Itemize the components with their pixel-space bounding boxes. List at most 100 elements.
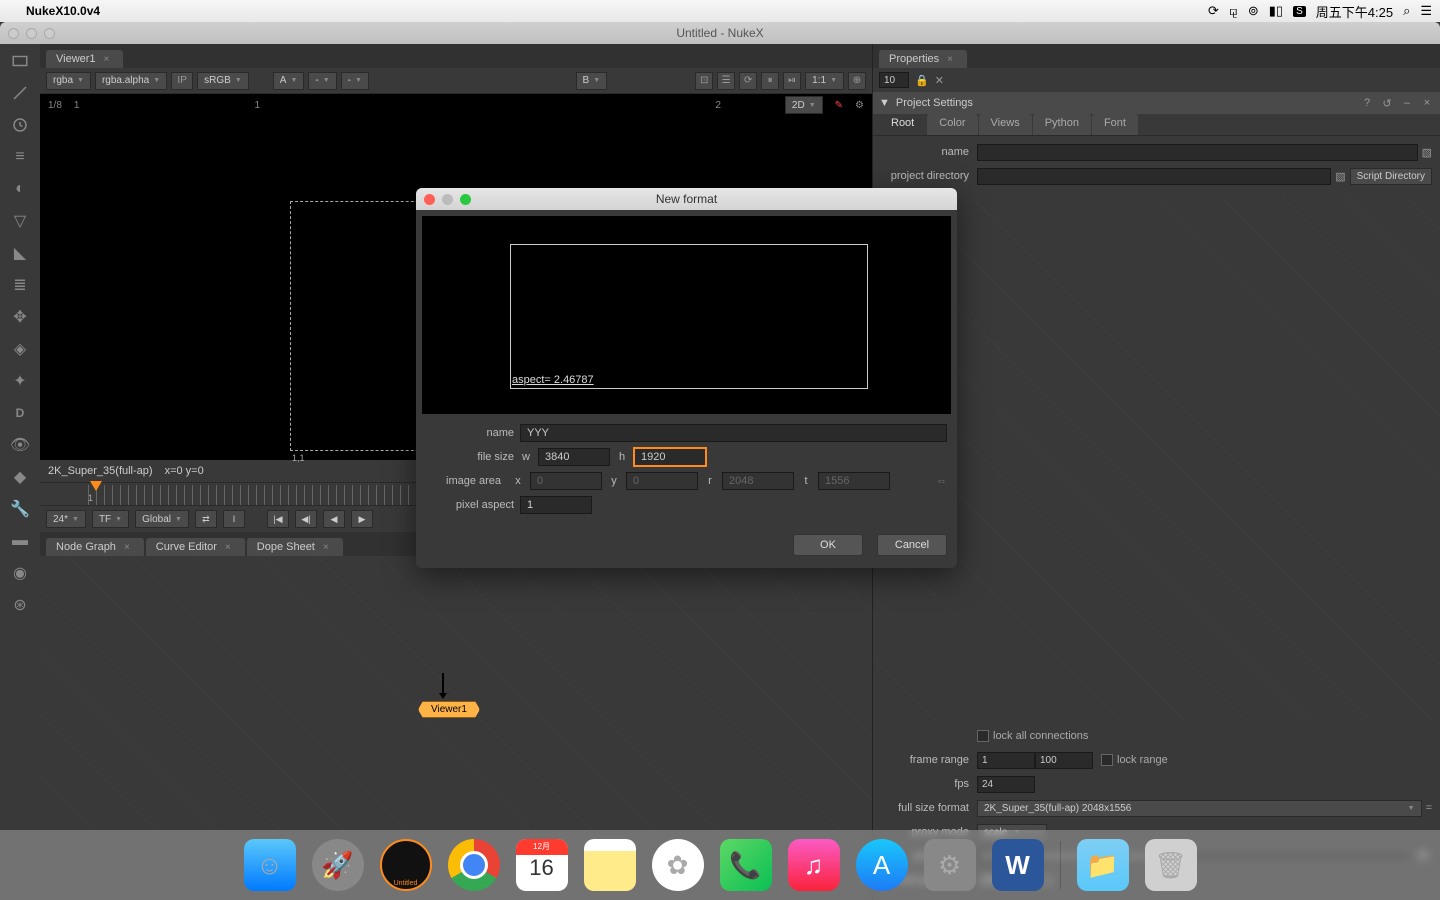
input-b-dropdown[interactable]: B▼ xyxy=(576,72,608,90)
menu-icon[interactable]: ☰ xyxy=(1420,3,1432,19)
ip-button[interactable]: IP xyxy=(171,72,193,90)
finder-icon[interactable]: ☺ xyxy=(244,839,296,891)
sync-icon[interactable]: ⟳ xyxy=(1208,3,1219,19)
close-tab-icon[interactable]: × xyxy=(323,542,329,553)
range-mode-dropdown[interactable]: Global▼ xyxy=(135,510,189,528)
close-tab-icon[interactable]: × xyxy=(124,542,130,553)
tool-other-icon[interactable]: ▬ xyxy=(9,530,31,552)
height-input[interactable] xyxy=(634,448,706,466)
facetime-icon[interactable]: 📞 xyxy=(720,839,772,891)
photos-icon[interactable]: ✿ xyxy=(652,839,704,891)
clip-icon[interactable]: ⊡ xyxy=(695,72,713,90)
settings-icon[interactable]: ⚙ xyxy=(855,100,864,111)
fps-input[interactable] xyxy=(977,776,1035,793)
full-size-dropdown[interactable]: 2K_Super_35(full-ap) 2048x1556▼ xyxy=(977,800,1422,817)
pencil-icon[interactable]: ✎ xyxy=(835,100,843,111)
notes-icon[interactable] xyxy=(584,839,636,891)
subtab-root[interactable]: Root xyxy=(879,114,926,135)
panel-header[interactable]: ▼ Project Settings ? ↺ – × xyxy=(873,92,1440,114)
close-panel-icon[interactable]: × xyxy=(1420,97,1434,109)
view-mode-dropdown[interactable]: 2D▼ xyxy=(785,96,823,114)
props-count-input[interactable] xyxy=(879,72,909,88)
close-tab-icon[interactable]: × xyxy=(104,54,110,65)
lock-range-checkbox[interactable] xyxy=(1101,754,1113,766)
alpha-dropdown[interactable]: rgba.alpha▼ xyxy=(95,72,167,90)
link-icon[interactable]: ⇔ xyxy=(936,475,947,487)
tool-color-icon[interactable]: ◐ xyxy=(9,178,31,200)
tool-all-icon[interactable]: ⊛ xyxy=(9,594,31,616)
dialog-close-icon[interactable] xyxy=(424,194,435,205)
clear-icon[interactable]: ✕ xyxy=(935,74,944,87)
tool-furnace-icon[interactable]: ◉ xyxy=(9,562,31,584)
fps-dropdown[interactable]: 24*▼ xyxy=(46,510,86,528)
input-icon[interactable]: S xyxy=(1293,6,1306,17)
i-button[interactable]: I xyxy=(223,510,245,528)
tool-3d-icon[interactable]: ◈ xyxy=(9,338,31,360)
equals-icon[interactable]: = xyxy=(1426,802,1432,814)
tab-node-graph[interactable]: Node Graph× xyxy=(46,538,144,556)
script-dir-button[interactable]: Script Directory xyxy=(1350,168,1432,185)
tool-image-icon[interactable] xyxy=(9,50,31,72)
dialog-titlebar[interactable]: New format xyxy=(416,188,957,210)
tool-transform-icon[interactable]: ✥ xyxy=(9,306,31,328)
pause-icon[interactable]: ⏯ xyxy=(783,72,801,90)
zoom-dropdown[interactable]: 1:1▼ xyxy=(805,72,844,90)
word-icon[interactable]: W xyxy=(992,839,1044,891)
frame-end-input[interactable] xyxy=(1035,752,1093,769)
appstore-icon[interactable]: A xyxy=(856,839,908,891)
chrome-icon[interactable] xyxy=(448,839,500,891)
colorspace-dropdown[interactable]: sRGB▼ xyxy=(197,72,249,90)
pixel-aspect-input[interactable] xyxy=(520,496,592,514)
tf-dropdown[interactable]: TF▼ xyxy=(92,510,129,528)
wifi-icon[interactable]: ⊚ xyxy=(1248,3,1259,19)
launchpad-icon[interactable]: 🚀 xyxy=(312,839,364,891)
lock-icon[interactable]: 🔒 xyxy=(915,74,929,87)
input-dash-dropdown[interactable]: -▼ xyxy=(308,72,336,90)
bluetooth-icon[interactable]: ⚼ xyxy=(1229,3,1238,19)
tool-deep-icon[interactable]: D xyxy=(9,402,31,424)
preferences-icon[interactable]: ⚙ xyxy=(924,839,976,891)
zoom-icon[interactable] xyxy=(44,28,55,39)
width-input[interactable] xyxy=(538,448,610,466)
channel-dropdown[interactable]: rgba▼ xyxy=(46,72,91,90)
tool-views-icon[interactable]: 👁 xyxy=(9,434,31,456)
tab-dope-sheet[interactable]: Dope Sheet× xyxy=(247,538,343,556)
tab-viewer1[interactable]: Viewer1 × xyxy=(46,50,123,68)
playhead-icon[interactable] xyxy=(90,481,102,491)
viewer-node[interactable]: Viewer1 xyxy=(418,701,480,718)
folder-icon[interactable]: ▧ xyxy=(1335,170,1345,183)
subtab-font[interactable]: Font xyxy=(1092,114,1138,135)
step-back-button[interactable]: ◀| xyxy=(295,510,317,528)
dialog-zoom-icon[interactable] xyxy=(460,194,471,205)
project-dir-input[interactable] xyxy=(977,168,1331,185)
play-fwd-button[interactable]: ▶ xyxy=(351,510,373,528)
spotlight-icon[interactable]: ⌕ xyxy=(1403,3,1410,19)
tool-time-icon[interactable] xyxy=(9,114,31,136)
disclosure-icon[interactable]: ▼ xyxy=(879,97,890,109)
lock-icon[interactable]: ⏸ xyxy=(761,72,779,90)
minimize-icon[interactable] xyxy=(26,28,37,39)
play-back-button[interactable]: ◀ xyxy=(323,510,345,528)
input-dash2-dropdown[interactable]: -▼ xyxy=(341,72,369,90)
revert-icon[interactable]: ↺ xyxy=(1380,97,1394,110)
format-name-input[interactable] xyxy=(520,424,947,442)
downloads-icon[interactable]: 📁 xyxy=(1077,839,1129,891)
ok-button[interactable]: OK xyxy=(793,534,863,556)
app-name[interactable]: NukeX10.0v4 xyxy=(26,4,100,18)
tool-filter-icon[interactable]: ▽ xyxy=(9,210,31,232)
input-a-dropdown[interactable]: A▼ xyxy=(273,72,305,90)
subtab-views[interactable]: Views xyxy=(979,114,1032,135)
help-icon[interactable]: ? xyxy=(1360,97,1374,109)
tool-channel-icon[interactable]: ≡ xyxy=(9,146,31,168)
frame-start-input[interactable] xyxy=(977,752,1035,769)
subtab-color[interactable]: Color xyxy=(927,114,977,135)
dialog-minimize-icon[interactable] xyxy=(442,194,453,205)
expand-icon[interactable]: ⊕ xyxy=(848,72,866,90)
tool-particles-icon[interactable]: ✦ xyxy=(9,370,31,392)
trash-icon[interactable]: 🗑 xyxy=(1145,839,1197,891)
calendar-icon[interactable]: 12月16 xyxy=(516,839,568,891)
tool-merge-icon[interactable]: ≣ xyxy=(9,274,31,296)
battery-icon[interactable]: ▮▯ xyxy=(1269,3,1283,19)
close-tab-icon[interactable]: × xyxy=(225,542,231,553)
list-icon[interactable]: ☰ xyxy=(717,72,735,90)
